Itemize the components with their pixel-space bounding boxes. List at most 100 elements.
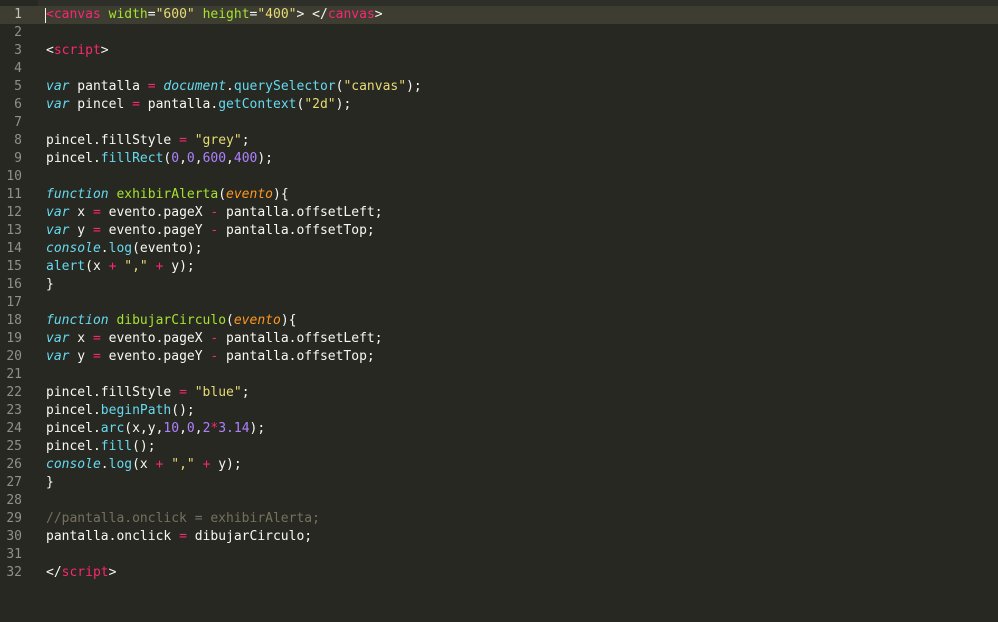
code-line[interactable]: 6 var pincel = pantalla.getContext("2d"); <box>0 96 998 114</box>
code-token: < <box>46 7 54 22</box>
code-token: function <box>46 187 109 202</box>
code-line[interactable]: 11 function exhibirAlerta(evento){ <box>0 186 998 204</box>
line-text: alert(x + "," + y); <box>46 258 195 276</box>
code-line[interactable]: 18 function dibujarCirculo(evento){ <box>0 312 998 330</box>
code-line[interactable]: 30 pantalla.onclick = dibujarCirculo; <box>0 528 998 546</box>
code-line[interactable]: 31 <box>0 546 998 564</box>
line-number: 29 <box>6 511 22 526</box>
line-text: pincel.fillStyle = "blue"; <box>46 384 250 402</box>
code-token: , <box>194 151 203 166</box>
code-token: = <box>92 331 101 346</box>
code-token: (x,y, <box>124 421 164 436</box>
line-number: 19 <box>6 331 22 346</box>
code-token: , <box>179 421 187 436</box>
line-text: pincel.arc(x,y,10,0,2*3.14); <box>46 420 265 438</box>
code-token: pantalla.offsetTop; <box>218 223 375 238</box>
code-line[interactable]: 9 pincel.fillRect(0,0,600,400); <box>0 150 998 168</box>
code-line[interactable]: 2 <box>0 24 998 42</box>
line-text: <canvas width="600" height="400"> </canv… <box>46 6 383 24</box>
code-line[interactable]: 32 </script> <box>0 564 998 582</box>
code-line[interactable]: 4 <box>0 60 998 78</box>
code-token: (x <box>132 457 156 472</box>
code-line[interactable]: 5 var pantalla = document.querySelector("… <box>0 78 998 96</box>
code-token: document <box>163 79 227 94</box>
code-area[interactable]: 1 <canvas width="600" height="400"> </can… <box>0 6 998 582</box>
code-line[interactable]: 24 pincel.arc(x,y,10,0,2*3.14); <box>0 420 998 438</box>
code-token: , <box>226 151 234 166</box>
code-token: > <box>100 43 109 58</box>
code-line[interactable]: 12 var x = evento.pageX - pantalla.offset… <box>0 204 998 222</box>
code-line[interactable]: 29 //pantalla.onclick = exhibirAlerta; <box>0 510 998 528</box>
code-token: pantalla. <box>139 97 219 112</box>
line-number: 18 <box>6 313 22 328</box>
code-token: evento.pageY <box>100 349 211 364</box>
code-editor[interactable]: 1 <canvas width="600" height="400"> </can… <box>0 0 998 622</box>
code-token: = <box>179 385 187 400</box>
code-line[interactable]: 23 pincel.beginPath(); <box>0 402 998 420</box>
line-text: pantalla.onclick = dibujarCirculo; <box>46 528 312 546</box>
code-line[interactable]: 14 console.log(evento); <box>0 240 998 258</box>
code-token: pincel. <box>46 421 101 436</box>
code-token: "2d" <box>304 97 336 112</box>
code-token: console <box>46 457 101 472</box>
code-token: < <box>46 43 54 58</box>
code-line[interactable]: 8 pincel.fillStyle = "grey"; <box>0 132 998 150</box>
code-token: = <box>92 223 101 238</box>
code-token: } <box>46 277 54 292</box>
line-number: 30 <box>6 529 22 544</box>
code-token: var <box>46 97 70 112</box>
line-number: 8 <box>14 133 22 148</box>
line-text: console.log(x + "," + y); <box>46 456 242 474</box>
code-token: x <box>69 205 93 220</box>
code-line[interactable]: 3 <script> <box>0 42 998 60</box>
code-token: ; <box>241 133 250 148</box>
code-token: evento <box>233 313 281 328</box>
code-line[interactable]: 13 var y = evento.pageY - pantalla.offset… <box>0 222 998 240</box>
code-line[interactable]: 15 alert(x + "," + y); <box>0 258 998 276</box>
code-token: fill <box>100 439 133 454</box>
code-token: pincel.fillStyle <box>46 385 180 400</box>
code-token: > </ <box>296 7 328 22</box>
line-text: //pantalla.onclick = exhibirAlerta; <box>46 510 320 528</box>
code-line[interactable]: 22 pincel.fillStyle = "blue"; <box>0 384 998 402</box>
line-number: 14 <box>6 241 22 256</box>
code-token: (); <box>171 403 195 418</box>
text-cursor <box>45 8 46 23</box>
code-line[interactable]: 16} <box>0 276 998 294</box>
code-line[interactable]: 19 var x = evento.pageX - pantalla.offset… <box>0 330 998 348</box>
code-token: . <box>226 79 234 94</box>
code-token: pantalla.offsetLeft; <box>218 331 383 346</box>
code-token: y <box>69 349 93 364</box>
code-line[interactable]: 28 <box>0 492 998 510</box>
line-number: 5 <box>14 79 22 94</box>
code-token: beginPath <box>100 403 172 418</box>
code-token: 600 <box>202 151 227 166</box>
code-token: ){ <box>273 187 289 202</box>
code-line[interactable]: 26 console.log(x + "," + y); <box>0 456 998 474</box>
code-token: evento.pageY <box>100 223 211 238</box>
code-token: console <box>46 241 101 256</box>
code-line[interactable]: 17 <box>0 294 998 312</box>
code-token: pincel. <box>46 439 101 454</box>
code-token: y); <box>163 259 195 274</box>
line-number: 21 <box>6 367 22 382</box>
line-number: 4 <box>14 61 22 76</box>
code-token: dibujarCirculo; <box>186 529 313 544</box>
code-line[interactable]: 21 <box>0 366 998 384</box>
code-line[interactable]: 10 <box>0 168 998 186</box>
code-token: ){ <box>280 313 297 328</box>
code-token: script <box>61 565 109 580</box>
line-number: 27 <box>6 475 22 490</box>
code-line[interactable]: 25 pincel.fill(); <box>0 438 998 456</box>
code-line[interactable]: 1 <canvas width="600" height="400"> </can… <box>0 6 998 24</box>
code-token: //pantalla.onclick = exhibirAlerta; <box>46 511 320 526</box>
code-token: fillRect <box>100 151 164 166</box>
code-line[interactable]: 20 var y = evento.pageY - pantalla.offset… <box>0 348 998 366</box>
code-token: } <box>46 475 54 490</box>
code-token: 400 <box>233 151 258 166</box>
code-line[interactable]: 7 <box>0 114 998 132</box>
code-line[interactable]: 27} <box>0 474 998 492</box>
